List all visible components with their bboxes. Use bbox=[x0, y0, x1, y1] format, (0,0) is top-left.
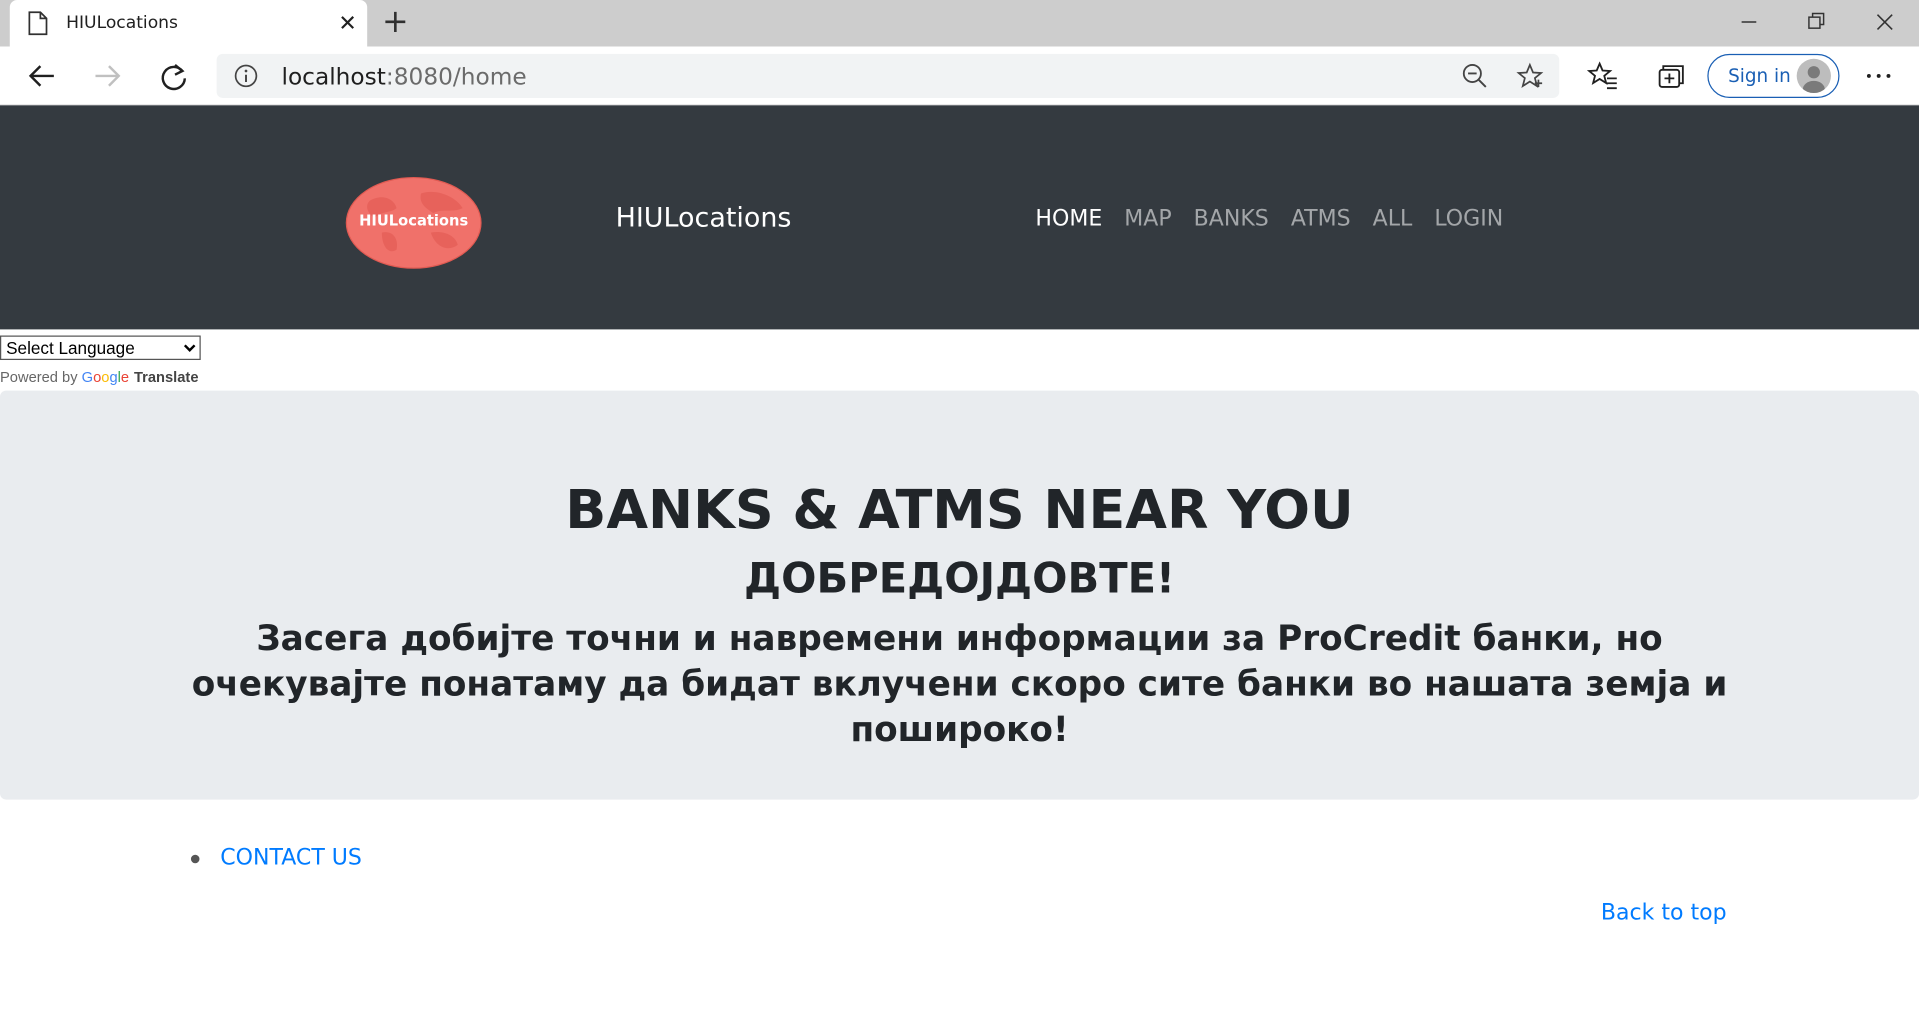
avatar-icon bbox=[1796, 58, 1831, 94]
logo-text: HIULocations bbox=[359, 211, 469, 229]
bullet-icon bbox=[190, 854, 200, 863]
zoom-out-icon[interactable] bbox=[1461, 62, 1488, 89]
info-icon[interactable] bbox=[234, 64, 258, 88]
site-logo[interactable]: HIULocations bbox=[345, 176, 482, 269]
star-icon[interactable] bbox=[1516, 62, 1544, 89]
google-logo: Google bbox=[81, 368, 130, 386]
hero-jumbotron: BANKS & ATMS NEAR YOU ДОБРЕДОЈДОВТЕ! Зас… bbox=[0, 390, 1919, 800]
browser-tab[interactable]: HIULocations ✕ bbox=[9, 0, 368, 47]
more-icon[interactable] bbox=[1862, 59, 1896, 93]
minimize-icon[interactable] bbox=[1731, 5, 1768, 39]
favorites-icon[interactable] bbox=[1586, 59, 1620, 93]
hero-title: BANKS & ATMS NEAR YOU bbox=[565, 478, 1354, 542]
page-content: HIULocations HIULocations HOME MAP BANKS… bbox=[0, 105, 1919, 1020]
sign-in-label: Sign in bbox=[1728, 64, 1791, 87]
address-bar[interactable]: localhost:8080/home bbox=[216, 53, 1560, 98]
language-select[interactable]: Select Language bbox=[0, 335, 201, 361]
powered-by-label: Powered by bbox=[0, 368, 78, 386]
list-item: CONTACT US bbox=[190, 845, 362, 871]
url-path: :8080/home bbox=[385, 63, 527, 91]
page-icon bbox=[28, 11, 48, 36]
back-arrow-icon[interactable] bbox=[24, 59, 58, 93]
back-to-top-link[interactable]: Back to top bbox=[1601, 900, 1727, 926]
hero-text: Засега добијте точни и навремени информа… bbox=[191, 618, 1728, 750]
collections-icon[interactable] bbox=[1652, 59, 1686, 93]
footer-links: CONTACT US bbox=[190, 845, 362, 871]
refresh-icon[interactable] bbox=[157, 59, 191, 93]
nav-all[interactable]: ALL bbox=[1373, 206, 1413, 232]
site-brand[interactable]: HIULocations bbox=[616, 203, 792, 234]
url-host: localhost bbox=[281, 63, 386, 91]
url-text[interactable]: localhost:8080/home bbox=[281, 64, 526, 91]
hero-subtitle: ДОБРЕДОЈДОВТЕ! bbox=[744, 554, 1176, 604]
nav-map[interactable]: MAP bbox=[1124, 206, 1171, 232]
plus-icon[interactable]: + bbox=[381, 6, 410, 38]
tab-strip: HIULocations ✕ + bbox=[0, 0, 1919, 47]
main-nav: HOME MAP BANKS ATMS ALL LOGIN bbox=[1035, 206, 1503, 232]
restore-icon[interactable] bbox=[1798, 5, 1835, 39]
tab-title: HIULocations bbox=[66, 13, 178, 34]
browser-window: HIULocations ✕ + localhost:8080/home Sig… bbox=[0, 0, 1919, 1020]
sign-in-button[interactable]: Sign in bbox=[1707, 53, 1840, 98]
nav-login[interactable]: LOGIN bbox=[1434, 206, 1503, 232]
forward-arrow-icon[interactable] bbox=[91, 59, 125, 93]
nav-atms[interactable]: ATMS bbox=[1291, 206, 1351, 232]
site-header: HIULocations HIULocations HOME MAP BANKS… bbox=[0, 105, 1919, 330]
browser-toolbar: localhost:8080/home Sign in bbox=[0, 46, 1919, 106]
contact-us-link[interactable]: CONTACT US bbox=[220, 845, 362, 871]
window-close-icon[interactable] bbox=[1866, 5, 1903, 39]
nav-home[interactable]: HOME bbox=[1035, 206, 1102, 232]
close-icon[interactable]: ✕ bbox=[335, 11, 359, 35]
translate-link[interactable]: Translate bbox=[134, 369, 199, 386]
nav-banks[interactable]: BANKS bbox=[1194, 206, 1269, 232]
powered-by-google: Powered by Google Translate bbox=[0, 369, 199, 386]
